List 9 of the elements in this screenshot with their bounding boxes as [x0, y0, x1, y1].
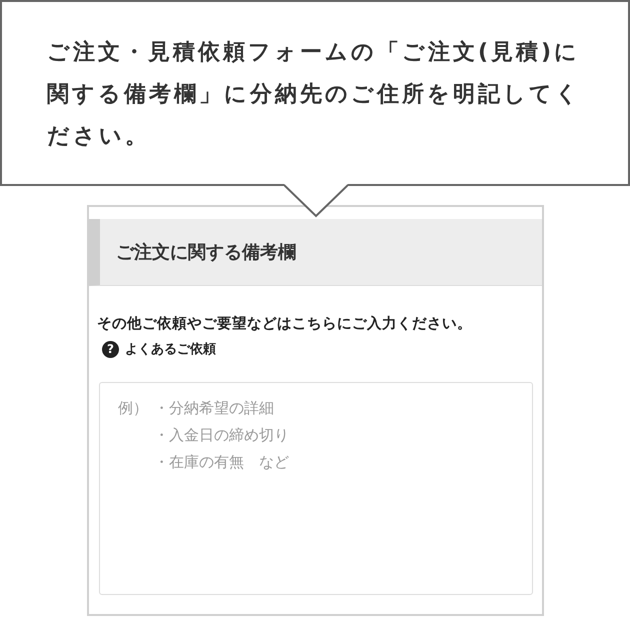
instruction-text: ご注文・見積依頼フォームの「ご注文(見積)に関する備考欄」に分納先のご住所を明記してください。 — [47, 39, 582, 151]
section-title: ご注文に関する備考欄 — [116, 241, 296, 264]
placeholder-line: ・入金日の締め切り — [154, 425, 289, 446]
faq-link[interactable]: よくあるご依頼 — [125, 340, 216, 358]
placeholder-line: ・分納希望の詳細 — [154, 398, 274, 419]
help-icon: ? — [102, 340, 119, 358]
description-text: その他ご依頼やご要望などはこちらにご入力ください。 — [97, 314, 473, 333]
placeholder-line: ・在庫の有無 など — [154, 452, 289, 473]
example-label: 例） — [118, 399, 148, 417]
